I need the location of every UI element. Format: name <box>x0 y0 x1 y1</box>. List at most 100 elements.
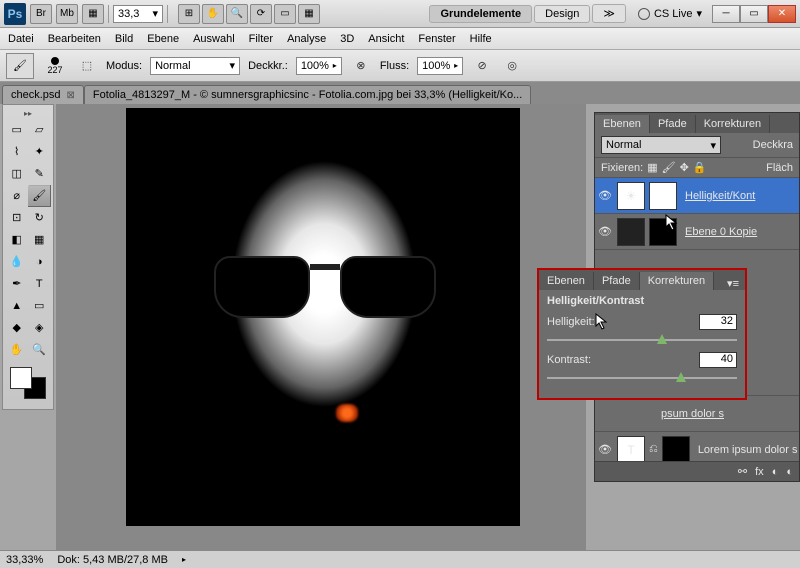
layer-name[interactable]: Helligkeit/Kont <box>679 190 755 202</box>
mask-icon[interactable]: ◐ <box>772 466 779 478</box>
eraser-tool[interactable]: ◧ <box>6 229 28 251</box>
visibility-icon[interactable]: 👁 <box>595 225 615 238</box>
blend-mode-select[interactable]: Normal▾ <box>150 57 240 75</box>
extras-icon[interactable]: ▭ <box>274 4 296 24</box>
tab-paths[interactable]: Pfade <box>650 115 696 133</box>
menu-window[interactable]: Fenster <box>418 33 455 45</box>
3d-tool[interactable]: ◆ <box>6 317 28 339</box>
brush-panel-icon[interactable]: ⬚ <box>76 55 98 77</box>
lock-position-icon[interactable]: ✥ <box>680 161 689 174</box>
hand-tool-icon[interactable]: ✋ <box>202 4 224 24</box>
tab-paths[interactable]: Pfade <box>594 272 640 290</box>
bridge-button[interactable]: Br <box>30 4 52 24</box>
fx-icon[interactable]: fx <box>755 466 764 478</box>
hand-tool[interactable]: ✋ <box>6 339 28 361</box>
history-brush-tool[interactable]: ↻ <box>28 207 51 229</box>
tab-adjustments[interactable]: Korrekturen <box>696 115 770 133</box>
workspace-essential[interactable]: Grundelemente <box>429 5 532 23</box>
menu-select[interactable]: Auswahl <box>193 33 235 45</box>
menu-analysis[interactable]: Analyse <box>287 33 326 45</box>
layer-text-2[interactable]: psum dolor s <box>595 396 799 432</box>
lock-transparent-icon[interactable]: ▦ <box>647 161 657 174</box>
doc-tab-1[interactable]: check.psd⊠ <box>2 85 84 104</box>
close-button[interactable]: ✕ <box>768 5 796 23</box>
menu-image[interactable]: Bild <box>115 33 133 45</box>
lasso-tool[interactable]: ⌇ <box>6 141 28 163</box>
color-swatch[interactable] <box>8 365 48 401</box>
close-icon[interactable]: ⊠ <box>67 90 75 101</box>
menu-view[interactable]: Ansicht <box>368 33 404 45</box>
menu-filter[interactable]: Filter <box>249 33 273 45</box>
workspace-design[interactable]: Design <box>534 5 590 23</box>
tab-adjustments[interactable]: Korrekturen <box>640 272 714 290</box>
menu-layer[interactable]: Ebene <box>147 33 179 45</box>
gradient-tool[interactable]: ▦ <box>28 229 51 251</box>
arrange-icon[interactable]: ⊞ <box>178 4 200 24</box>
opacity-input[interactable]: 100%▸ <box>296 57 342 75</box>
pen-tool[interactable]: ✒ <box>6 273 28 295</box>
path-select-tool[interactable]: ▲ <box>6 295 28 317</box>
contrast-slider[interactable] <box>547 372 737 386</box>
cslive-label[interactable]: CS Live <box>654 8 693 20</box>
layer-mask[interactable] <box>662 436 690 464</box>
contrast-input[interactable]: 40 <box>699 352 737 368</box>
minibridge-button[interactable]: Mb <box>56 4 78 24</box>
doc-size[interactable]: Dok: 5,43 MB/27,8 MB <box>57 554 168 566</box>
blur-tool[interactable]: 💧 <box>6 251 28 273</box>
menu-edit[interactable]: Bearbeiten <box>48 33 101 45</box>
brightness-input[interactable]: 32 <box>699 314 737 330</box>
link-layers-icon[interactable]: ⚯ <box>738 465 747 478</box>
crop-tool[interactable]: ◫ <box>6 163 28 185</box>
link-icon[interactable]: ⎌ <box>649 443 658 456</box>
menu-file[interactable]: Datei <box>8 33 34 45</box>
visibility-icon[interactable]: 👁 <box>595 189 615 202</box>
workspace-more[interactable]: ≫ <box>592 4 626 23</box>
menu-help[interactable]: Hilfe <box>470 33 492 45</box>
lock-pixels-icon[interactable]: 🖌 <box>662 161 676 174</box>
layer-brightness-contrast[interactable]: 👁 ☀ Helligkeit/Kont <box>595 178 799 214</box>
marquee-tool[interactable]: ▱ <box>28 119 51 141</box>
layer-name[interactable]: Ebene 0 Kopie <box>679 226 757 238</box>
rotate-icon[interactable]: ⟳ <box>250 4 272 24</box>
3d-camera-tool[interactable]: ◈ <box>28 317 51 339</box>
screen-mode-button[interactable]: ▦ <box>82 4 104 24</box>
dodge-tool[interactable]: ◑ <box>28 251 51 273</box>
stamp-tool[interactable]: ⊡ <box>6 207 28 229</box>
move-tool[interactable]: ▭ <box>6 119 28 141</box>
layer-mask[interactable] <box>649 182 677 210</box>
tool-preset[interactable]: 🖌 <box>6 53 34 79</box>
menu-3d[interactable]: 3D <box>340 33 354 45</box>
airbrush-icon[interactable]: ⊘ <box>471 55 493 77</box>
guides-icon[interactable]: ▦ <box>298 4 320 24</box>
layer-mask[interactable] <box>649 218 677 246</box>
visibility-icon[interactable]: 👁 <box>595 443 615 456</box>
type-tool[interactable]: T <box>28 273 51 295</box>
flow-input[interactable]: 100%▸ <box>417 57 463 75</box>
zoom-tool[interactable]: 🔍 <box>28 339 51 361</box>
canvas[interactable] <box>56 104 586 550</box>
layer-name[interactable]: Lorem ipsum dolor s <box>692 444 798 456</box>
tab-layers[interactable]: Ebenen <box>595 115 650 133</box>
lock-all-icon[interactable]: 🔒 <box>693 161 707 174</box>
maximize-button[interactable]: ▭ <box>740 5 768 23</box>
wand-tool[interactable]: ✦ <box>28 141 51 163</box>
pressure-size-icon[interactable]: ◎ <box>501 55 523 77</box>
brush-preset[interactable]: 227 <box>42 53 68 79</box>
adjustment-layer-icon[interactable]: ◐ <box>786 466 793 478</box>
zoom-dropdown[interactable]: 33,3▾ <box>113 5 163 23</box>
shape-tool[interactable]: ▭ <box>28 295 51 317</box>
layer-copy[interactable]: 👁 Ebene 0 Kopie <box>595 214 799 250</box>
brush-tool[interactable]: 🖌 <box>28 185 51 207</box>
eyedropper-tool[interactable]: ✎ <box>28 163 51 185</box>
doc-tab-2[interactable]: Fotolia_4813297_M - © sumnersgraphicsinc… <box>84 85 531 104</box>
minimize-button[interactable]: ─ <box>712 5 740 23</box>
pressure-opacity-icon[interactable]: ⊗ <box>350 55 372 77</box>
panel-menu-icon[interactable]: ▾≡ <box>721 277 745 290</box>
zoom-tool-icon[interactable]: 🔍 <box>226 4 248 24</box>
heal-tool[interactable]: ⌀ <box>6 185 28 207</box>
brightness-slider[interactable] <box>547 334 737 348</box>
tab-layers[interactable]: Ebenen <box>539 272 594 290</box>
zoom-level[interactable]: 33,33% <box>6 554 43 566</box>
layer-blend-select[interactable]: Normal▾ <box>601 136 721 154</box>
layer-name[interactable]: psum dolor s <box>655 408 724 420</box>
